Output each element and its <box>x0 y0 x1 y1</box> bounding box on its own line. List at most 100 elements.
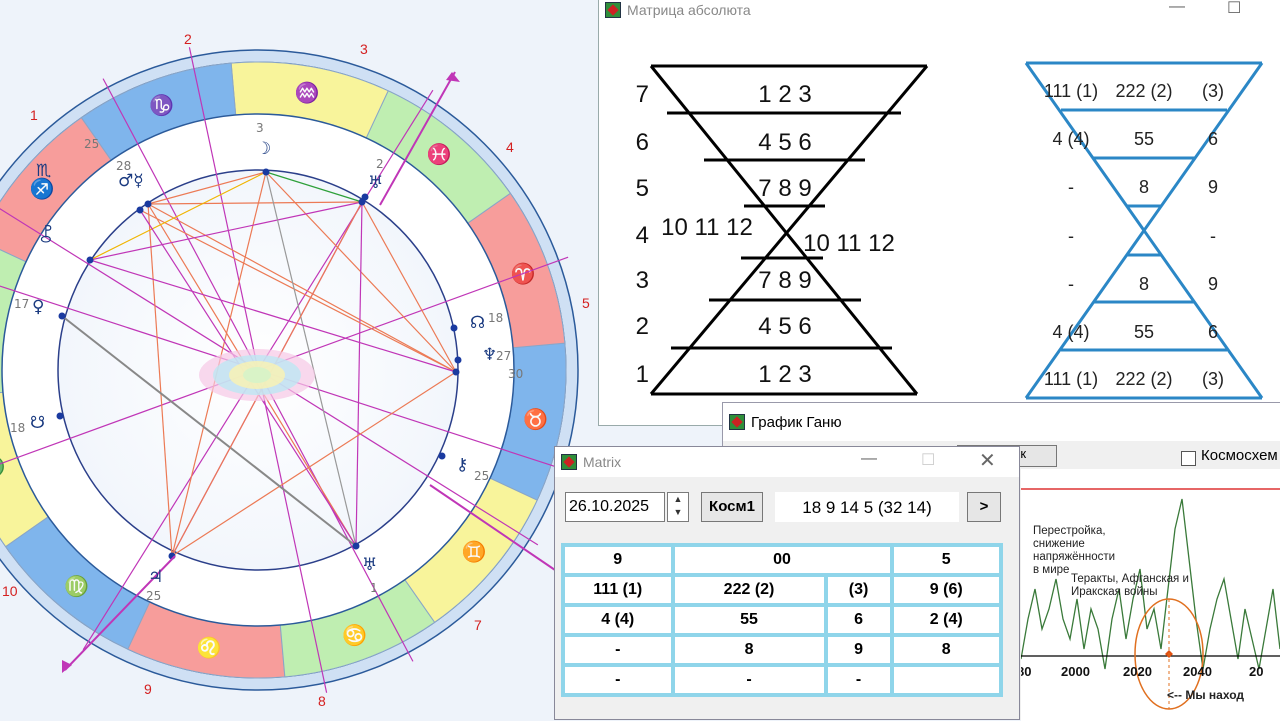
planet-glyph-icon: ♃ <box>148 567 163 587</box>
degree-label: 28 <box>116 159 131 173</box>
planet-dot <box>352 542 360 550</box>
absolute-matrix-diagram: 7 1 2 3 6 4 5 6 5 7 8 9 4 10 11 12 10 11 12 3 7 8 … <box>636 61 1264 400</box>
house-number: 9 <box>144 681 152 697</box>
house-number: 5 <box>582 295 590 311</box>
row-number: 4 <box>636 222 649 249</box>
matrix-cell <box>889 663 1003 697</box>
matrix-cell-value: 6 <box>1208 322 1218 342</box>
matrix-digits: 7 8 9 <box>758 175 811 202</box>
planet-dot <box>454 356 462 364</box>
planet-glyph-icon: ☽ <box>256 139 271 159</box>
planet-glyph-icon: ☋ <box>30 413 45 433</box>
planet-glyph-icon: ♅ <box>362 555 377 575</box>
house-number: 7 <box>474 617 482 633</box>
kosm1-button[interactable]: Косм1 <box>701 492 763 522</box>
zodiac-sign-icon: ♓ <box>427 142 452 166</box>
spin-up-icon: ▲ <box>673 494 683 504</box>
next-button[interactable]: > <box>967 492 1001 522</box>
table-row: - - - <box>561 663 1003 697</box>
planet-glyph-icon: ⚷ <box>456 455 468 475</box>
matrix-cell-value: - <box>1068 177 1074 197</box>
matrix-cell: - <box>561 663 675 697</box>
zodiac-sign-icon: ♑ <box>149 93 174 117</box>
matrix-numbers: 18 9 14 5 (32 14) <box>775 492 959 522</box>
table-row: 4 (4) 55 6 2 (4) <box>561 603 1003 637</box>
matrix-cell-value: 222 (2) <box>1115 369 1172 389</box>
matrix-cell-value: 55 <box>1134 322 1154 342</box>
matrix-cell-value: 111 (1) <box>1044 369 1098 389</box>
planet-glyph-icon: ♀ <box>32 297 44 317</box>
matrix-window-titlebar[interactable]: Matrix — ☐ ✕ <box>555 447 1019 477</box>
matrix-cell-value: 222 (2) <box>1115 81 1172 101</box>
degree-label: 25 <box>84 137 99 151</box>
house-number: 4 <box>506 139 514 155</box>
app-icon <box>605 2 621 18</box>
absolute-window-titlebar[interactable]: Матрица абсолюта — ☐ <box>599 0 1280 20</box>
matrix-cell-value: 6 <box>1208 129 1218 149</box>
degree-label: 18 <box>10 421 25 435</box>
current-position-label: <-- Мы наход <box>1167 688 1244 702</box>
absolute-window-title: Матрица абсолюта <box>627 2 751 18</box>
app-icon <box>561 454 577 470</box>
natal-chart: ♉♈♓♒♑♐♏♎♍♌♋♊ 1234578910 ☽♅♂☿♀☋☊♆⚷♅♃♏⯛252… <box>0 0 600 720</box>
matrix-cell: 00 <box>670 543 894 577</box>
row-number: 6 <box>636 129 649 156</box>
absolute-matrix-window: Матрица абсолюта — ☐ 7 1 2 3 6 4 5 6 5 7… <box>598 0 1280 426</box>
matrix-digits: 4 5 6 <box>758 313 811 340</box>
zodiac-sign-icon: ♍ <box>64 574 89 598</box>
degree-label: 1 <box>370 581 378 595</box>
matrix-cell: 55 <box>670 603 828 637</box>
table-row: 111 (1) 222 (2) (3) 9 (6) <box>561 573 1003 607</box>
kosmoschema-label: Космосхем <box>1201 447 1278 464</box>
matrix-digits: 1 2 3 <box>758 81 811 108</box>
annotation-perestroika: Перестройка, снижение напряжённости в ми… <box>1033 525 1116 576</box>
zodiac-sign-icon: ♎ <box>0 454 5 478</box>
planet-dot <box>452 368 460 376</box>
matrix-cell: 5 <box>889 543 1003 577</box>
ganu-window-title: График Ганю <box>751 413 842 431</box>
ganu-window-titlebar[interactable]: График Ганю <box>723 403 1280 441</box>
matrix-cell-value: - <box>1068 274 1074 294</box>
kosmoschema-checkbox[interactable] <box>1181 451 1196 466</box>
x-tick-label: 80 <box>1021 664 1031 679</box>
x-tick-label: 2020 <box>1123 664 1152 679</box>
matrix-cell-value: 8 <box>1139 177 1149 197</box>
degree-label: 25 <box>474 469 489 483</box>
matrix-cell-value: 111 (1) <box>1044 81 1098 101</box>
matrix-cell: 6 <box>823 603 894 637</box>
planet-dot <box>450 324 458 332</box>
planet-glyph-icon: ♂☿ <box>118 171 144 191</box>
matrix-digits: 10 11 12 <box>803 230 895 257</box>
table-row: 9 00 5 <box>561 543 1003 577</box>
planet-dot <box>361 193 369 201</box>
matrix-cell: 2 (4) <box>889 603 1003 637</box>
minimize-button[interactable]: — <box>861 450 877 468</box>
close-button[interactable]: ✕ <box>979 448 996 473</box>
maximize-button[interactable]: ☐ <box>1227 0 1241 18</box>
matrix-cell: - <box>670 663 828 697</box>
row-number: 3 <box>636 267 649 294</box>
minimize-button[interactable]: — <box>1169 0 1185 16</box>
matrix-cell-value: - <box>1068 226 1074 246</box>
x-tick-label: 20 <box>1249 664 1263 679</box>
planet-dot <box>56 412 64 420</box>
row-number: 7 <box>636 81 649 108</box>
matrix-digits: 10 11 12 <box>661 214 753 241</box>
date-input[interactable]: 26.10.2025 <box>565 492 665 522</box>
matrix-cell: 222 (2) <box>670 573 828 607</box>
matrix-cell-value: (3) <box>1202 81 1224 101</box>
planet-glyph-icon: ♅ <box>368 173 383 193</box>
degree-label: 30 <box>508 367 523 381</box>
matrix-digits: 1 2 3 <box>758 361 811 388</box>
matrix-cell-value: - <box>1210 226 1216 246</box>
zodiac-sign-icon: ♒ <box>295 80 320 104</box>
row-number: 2 <box>636 313 649 340</box>
planet-glyph-icon: ⯛ <box>40 224 52 245</box>
planet-glyph-icon: ♏ <box>36 161 51 181</box>
annotation-wars: Теракты, Афганская и Иракская войны <box>1071 573 1189 598</box>
matrix-cell: - <box>823 663 894 697</box>
row-number: 1 <box>636 361 649 388</box>
zodiac-sign-icon: ♋ <box>342 623 367 647</box>
matrix-cell: 8 <box>889 633 1003 667</box>
date-spinner[interactable]: ▲ ▼ <box>667 492 689 522</box>
